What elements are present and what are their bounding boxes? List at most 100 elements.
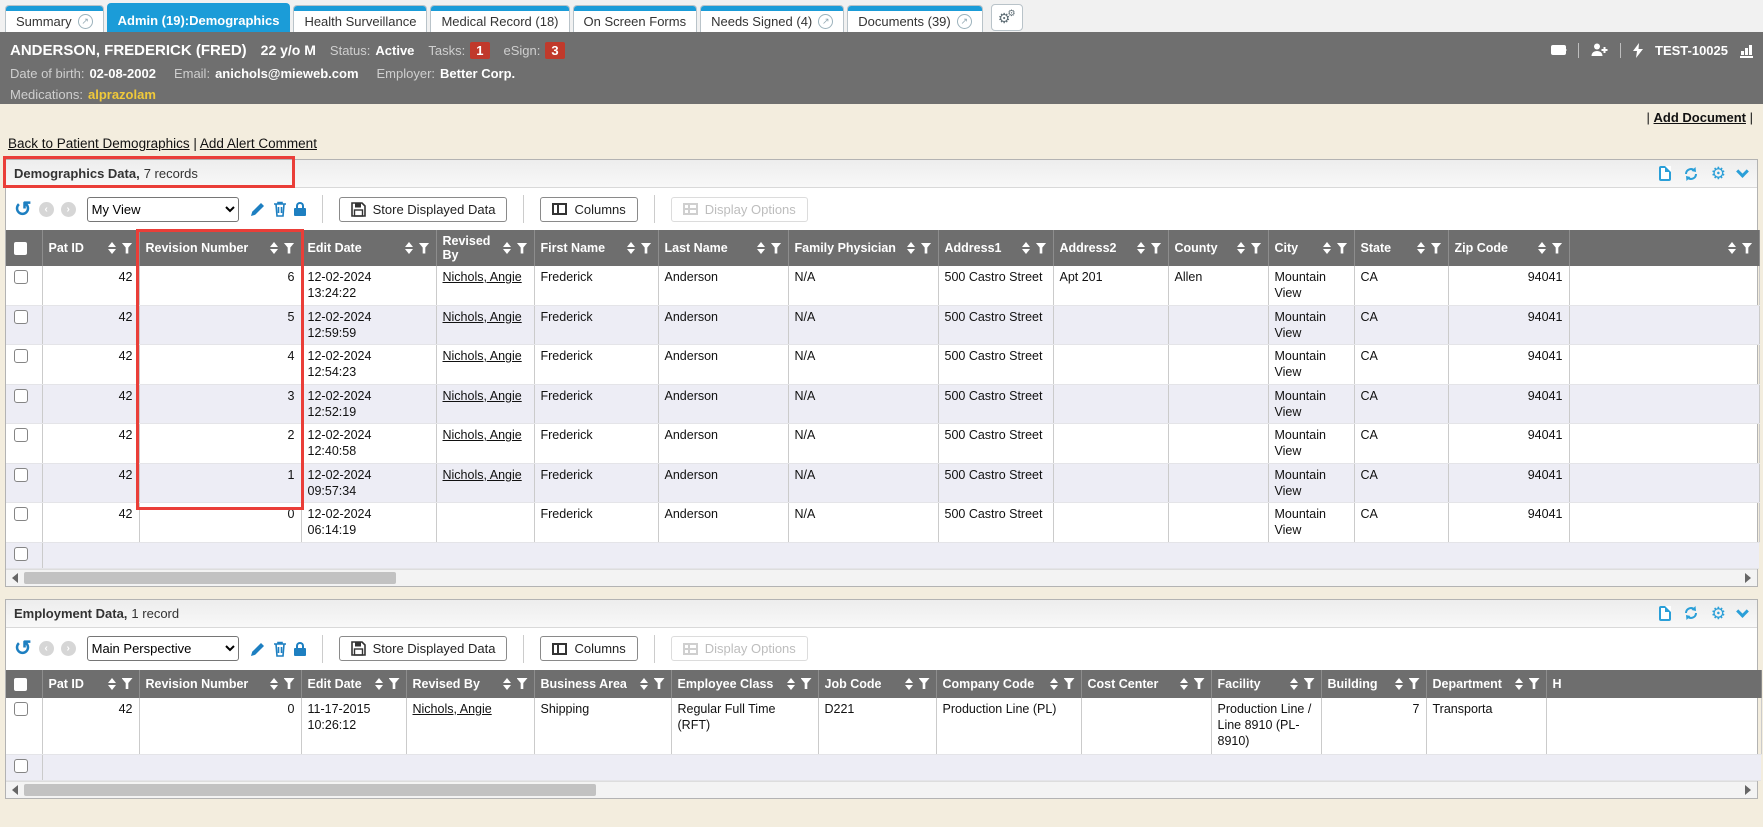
column-header-facility[interactable]: Facility: [1211, 670, 1321, 698]
new-document-icon[interactable]: [1659, 606, 1671, 621]
sort-icon[interactable]: [375, 678, 383, 690]
refresh-icon[interactable]: [1683, 166, 1699, 182]
revised-by-link[interactable]: Nichols, Angie: [443, 389, 522, 403]
sort-icon[interactable]: [1180, 678, 1188, 690]
filter-icon[interactable]: [1064, 678, 1075, 689]
sort-icon[interactable]: [1237, 242, 1245, 254]
view-selector[interactable]: My View: [87, 197, 239, 222]
store-displayed-data-button[interactable]: Store Displayed Data: [339, 636, 508, 661]
sort-icon[interactable]: [1022, 242, 1030, 254]
filter-icon[interactable]: [284, 243, 295, 254]
medications-value[interactable]: alprazolam: [88, 87, 156, 102]
filter-icon[interactable]: [1304, 678, 1315, 689]
revised-by-link[interactable]: Nichols, Angie: [443, 468, 522, 482]
esign-badge[interactable]: 3: [545, 42, 564, 59]
sort-icon[interactable]: [640, 678, 648, 690]
column-header-edit-date[interactable]: Edit Date: [301, 230, 436, 266]
sort-icon[interactable]: [905, 678, 913, 690]
chart-settings-gears-icon[interactable]: ⚙⚙: [991, 4, 1023, 31]
add-alert-comment-link[interactable]: Add Alert Comment: [200, 136, 317, 151]
column-header-revised-by[interactable]: Revised By: [436, 230, 534, 266]
popout-icon[interactable]: ↗: [78, 14, 93, 29]
row-checkbox[interactable]: [14, 702, 28, 716]
column-header-pat-id[interactable]: Pat ID: [42, 230, 139, 266]
horizontal-scrollbar[interactable]: [6, 781, 1757, 798]
column-header-address2[interactable]: Address2: [1053, 230, 1168, 266]
lock-icon[interactable]: [294, 642, 306, 656]
view-selector[interactable]: Main Perspective: [87, 636, 239, 661]
column-header-company-code[interactable]: Company Code: [936, 670, 1081, 698]
select-all-checkbox[interactable]: [14, 242, 27, 255]
filter-icon[interactable]: [1337, 243, 1348, 254]
filter-icon[interactable]: [1552, 243, 1563, 254]
column-header-employee-class[interactable]: Employee Class: [671, 670, 818, 698]
column-header-city[interactable]: City: [1268, 230, 1354, 266]
sort-icon[interactable]: [1290, 678, 1298, 690]
new-document-icon[interactable]: [1659, 166, 1671, 181]
filter-icon[interactable]: [1409, 678, 1420, 689]
filter-icon[interactable]: [654, 678, 665, 689]
select-all-checkbox[interactable]: [14, 678, 27, 691]
row-checkbox[interactable]: [14, 270, 28, 284]
row-checkbox[interactable]: [14, 349, 28, 363]
revised-by-link[interactable]: Nichols, Angie: [443, 310, 522, 324]
scroll-left-button[interactable]: [6, 570, 22, 586]
settings-gear-icon[interactable]: ⚙: [1711, 165, 1726, 182]
tab-health-surveillance[interactable]: Health Surveillance: [293, 5, 427, 32]
next-view-icon[interactable]: ›: [61, 202, 76, 217]
column-header-county[interactable]: County: [1168, 230, 1268, 266]
filter-icon[interactable]: [1151, 243, 1162, 254]
row-checkbox[interactable]: [14, 310, 28, 324]
filter-icon[interactable]: [919, 678, 930, 689]
revised-by-link[interactable]: Nichols, Angie: [443, 349, 522, 363]
filter-icon[interactable]: [771, 243, 782, 254]
column-header-business-area[interactable]: Business Area: [534, 670, 671, 698]
undo-icon[interactable]: ↺: [14, 638, 32, 659]
column-header-edit-date[interactable]: Edit Date: [301, 670, 406, 698]
column-header-revision-number[interactable]: Revision Number: [139, 230, 301, 266]
column-header-revised-by[interactable]: Revised By: [406, 670, 534, 698]
filter-icon[interactable]: [921, 243, 932, 254]
undo-icon[interactable]: ↺: [14, 199, 32, 220]
delete-trash-icon[interactable]: [273, 201, 287, 217]
scroll-thumb[interactable]: [24, 572, 396, 584]
row-checkbox[interactable]: [14, 468, 28, 482]
new-row-checkbox[interactable]: [14, 759, 28, 773]
sort-icon[interactable]: [787, 678, 795, 690]
sort-icon[interactable]: [1395, 678, 1403, 690]
revised-by-link[interactable]: Nichols, Angie: [443, 270, 522, 284]
sort-icon[interactable]: [1417, 242, 1425, 254]
filter-icon[interactable]: [517, 678, 528, 689]
person-add-icon[interactable]: [1591, 43, 1608, 57]
tasks-badge[interactable]: 1: [470, 42, 489, 59]
edit-pencil-icon[interactable]: [250, 201, 266, 217]
refresh-icon[interactable]: [1683, 605, 1699, 621]
filter-icon[interactable]: [284, 678, 295, 689]
revised-by-link[interactable]: Nichols, Angie: [443, 428, 522, 442]
tab-admin-19-demographics[interactable]: Admin (19):Demographics: [107, 3, 291, 32]
column-header-h[interactable]: H: [1546, 670, 1761, 698]
delete-trash-icon[interactable]: [273, 641, 287, 657]
collapse-chevron-icon[interactable]: [1736, 165, 1749, 178]
sort-icon[interactable]: [405, 242, 413, 254]
filter-icon[interactable]: [1742, 243, 1753, 254]
filter-icon[interactable]: [801, 678, 812, 689]
column-header-cost-center[interactable]: Cost Center: [1081, 670, 1211, 698]
sort-icon[interactable]: [108, 678, 116, 690]
bar-chart-icon[interactable]: [1740, 43, 1753, 58]
column-header-extra[interactable]: [1569, 230, 1759, 266]
sort-icon[interactable]: [503, 678, 511, 690]
sort-icon[interactable]: [627, 242, 635, 254]
sort-icon[interactable]: [503, 242, 511, 254]
sort-icon[interactable]: [270, 678, 278, 690]
back-to-demographics-link[interactable]: Back to Patient Demographics: [8, 136, 190, 151]
revised-by-link[interactable]: Nichols, Angie: [413, 702, 492, 716]
sort-icon[interactable]: [757, 242, 765, 254]
popout-icon[interactable]: ↗: [957, 14, 972, 29]
store-displayed-data-button[interactable]: Store Displayed Data: [339, 197, 508, 222]
column-header-family-physician[interactable]: Family Physician: [788, 230, 938, 266]
scroll-right-button[interactable]: [1741, 570, 1757, 586]
filter-icon[interactable]: [122, 678, 133, 689]
column-header-address1[interactable]: Address1: [938, 230, 1053, 266]
sort-icon[interactable]: [270, 242, 278, 254]
